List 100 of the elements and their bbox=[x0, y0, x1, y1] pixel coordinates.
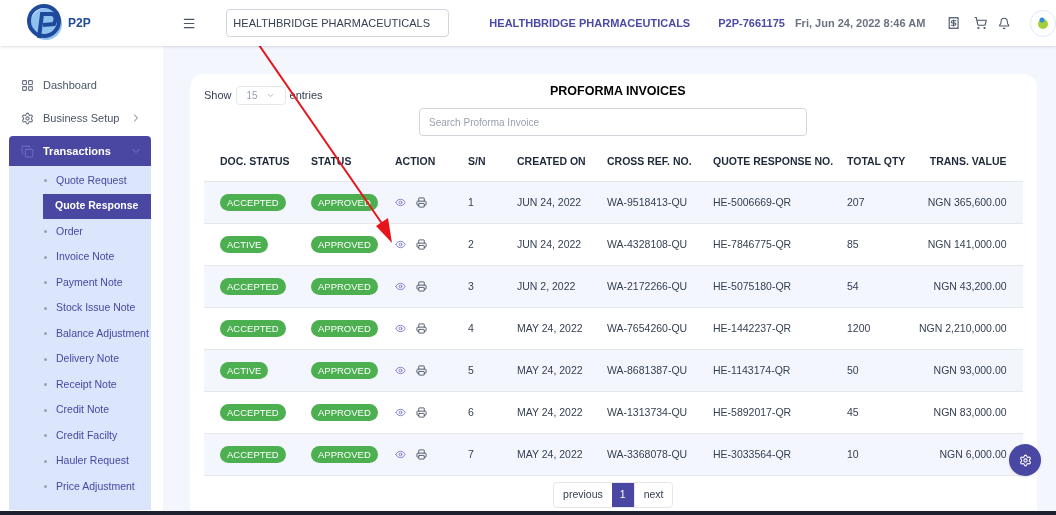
table-cell-text: NGN 83,000.00 bbox=[932, 404, 1007, 420]
submenu-item[interactable]: Balance Adjustment bbox=[9, 321, 151, 347]
table-cell-text: 1200 bbox=[847, 320, 872, 336]
submenu-item[interactable]: Order bbox=[9, 219, 151, 245]
status-badge: APPROVED bbox=[311, 403, 378, 421]
status-badge: APPROVED bbox=[311, 235, 378, 253]
view-icon[interactable] bbox=[395, 365, 406, 376]
table-cell-text: HE-5075180-QR bbox=[713, 278, 793, 294]
column-header: ACTION bbox=[395, 153, 437, 169]
cart-icon[interactable] bbox=[973, 16, 987, 30]
table-cell-text: WA-7654260-QU bbox=[607, 320, 689, 336]
submenu-item[interactable]: Quote Response bbox=[43, 193, 151, 219]
status-badge: APPROVED bbox=[311, 277, 378, 295]
doc-status-badge: ACTIVE bbox=[220, 361, 269, 379]
table-cell-text: NGN 141,000.00 bbox=[926, 236, 1007, 252]
view-icon[interactable] bbox=[395, 281, 406, 292]
table-cell-text: HE-5892017-QR bbox=[713, 404, 793, 420]
table-cell-text: 6 bbox=[468, 404, 475, 420]
submenu-item[interactable]: Price Adjustment bbox=[9, 474, 151, 500]
submenu-item[interactable]: Payment Note bbox=[9, 270, 151, 296]
view-icon[interactable] bbox=[395, 407, 406, 418]
logo-text: P2P bbox=[68, 15, 91, 32]
table-cell-text: MAY 24, 2022 bbox=[517, 446, 584, 462]
document-icon[interactable] bbox=[947, 16, 961, 30]
table-cell-text: HE-1143174-QR bbox=[713, 362, 792, 378]
page-button[interactable]: 1 bbox=[611, 483, 634, 507]
table-cell-text: NGN 43,200.00 bbox=[932, 278, 1007, 294]
table-cell-text: JUN 24, 2022 bbox=[517, 236, 583, 252]
column-header: CROSS REF. NO. bbox=[607, 153, 693, 169]
table-cell-text: JUN 24, 2022 bbox=[517, 194, 583, 210]
page-title: PROFORMA INVOICES bbox=[550, 83, 686, 100]
doc-status-badge: ACCEPTED bbox=[220, 319, 286, 337]
doc-status-badge: ACCEPTED bbox=[220, 277, 286, 295]
submenu-item[interactable]: Receipt Note bbox=[9, 372, 151, 398]
table-cell-text: WA-9518413-QU bbox=[607, 194, 689, 210]
doc-status-badge: ACCEPTED bbox=[220, 445, 286, 463]
table-cell-text: 45 bbox=[847, 404, 860, 420]
view-icon[interactable] bbox=[395, 449, 406, 460]
sidebar-item[interactable]: Transactions bbox=[9, 136, 151, 166]
table-cell-text: 207 bbox=[847, 194, 866, 210]
printer-icon[interactable] bbox=[416, 197, 427, 208]
doc-status-badge: ACCEPTED bbox=[220, 193, 286, 211]
settings-icon bbox=[1018, 453, 1032, 467]
table-cell-text: 54 bbox=[847, 278, 860, 294]
status-badge: APPROVED bbox=[311, 445, 378, 463]
gear-icon bbox=[21, 111, 34, 125]
table-cell-text: HE-1442237-QR bbox=[713, 320, 793, 336]
view-icon[interactable] bbox=[395, 323, 406, 334]
printer-icon[interactable] bbox=[416, 365, 427, 376]
table-cell-text: NGN 2,210,000.00 bbox=[919, 320, 1007, 336]
submenu-item[interactable]: Invoice Note bbox=[9, 244, 151, 270]
column-header: CREATED ON bbox=[517, 153, 587, 169]
printer-icon[interactable] bbox=[416, 323, 427, 334]
table-cell-text: WA-8681387-QU bbox=[607, 362, 689, 378]
table-cell-text: JUN 2, 2022 bbox=[517, 278, 577, 294]
status-badge: APPROVED bbox=[311, 361, 378, 379]
company-name: HEALTHBRIDGE PHARMACEUTICALS bbox=[489, 15, 691, 31]
next-button[interactable]: next bbox=[633, 483, 673, 507]
sidebar-item[interactable]: Business Setup bbox=[9, 103, 151, 133]
table-cell-text: NGN 365,600.00 bbox=[926, 194, 1007, 210]
submenu-item[interactable]: Hauler Request bbox=[9, 448, 151, 474]
printer-icon[interactable] bbox=[416, 281, 427, 292]
table-cell-text: 1 bbox=[468, 194, 475, 210]
table-cell-text: WA-2172266-QU bbox=[607, 278, 689, 294]
submenu-item[interactable]: Stock Issue Note bbox=[9, 295, 151, 321]
submenu-item[interactable]: Delivery Note bbox=[9, 346, 151, 372]
table-cell-text: WA-3368078-QU bbox=[607, 446, 689, 462]
table-cell-text: 50 bbox=[847, 362, 860, 378]
search-field[interactable]: Search Proforma Invoice bbox=[419, 108, 807, 136]
table-cell-text: HE-5006669-QR bbox=[713, 194, 793, 210]
printer-icon[interactable] bbox=[416, 449, 427, 460]
show-label: Show bbox=[204, 88, 232, 104]
table-cell-text: 2 bbox=[468, 236, 475, 252]
table-cell-text: 3 bbox=[468, 278, 475, 294]
view-icon[interactable] bbox=[395, 197, 406, 208]
status-badge: APPROVED bbox=[311, 319, 378, 337]
avatar[interactable] bbox=[1030, 9, 1056, 37]
printer-icon[interactable] bbox=[416, 239, 427, 250]
submenu-item[interactable]: Credit Facilty bbox=[9, 423, 151, 449]
column-header: QUOTE RESPONSE NO. bbox=[713, 153, 835, 169]
column-header: S/N bbox=[468, 153, 487, 169]
table-cell-text: MAY 24, 2022 bbox=[517, 362, 584, 378]
table-cell-text: WA-4328108-QU bbox=[607, 236, 689, 252]
submenu-item[interactable]: Credit Note bbox=[9, 397, 151, 423]
table-cell-text: HE-7846775-QR bbox=[713, 236, 793, 252]
company-select[interactable]: HEALTHBRIDGE PHARMACEUTICALS bbox=[226, 9, 450, 37]
sidebar-item[interactable]: Dashboard bbox=[9, 70, 151, 100]
table-cell-text: NGN 6,000.00 bbox=[938, 446, 1007, 462]
printer-icon[interactable] bbox=[416, 407, 427, 418]
view-icon[interactable] bbox=[395, 239, 406, 250]
column-header: TOTAL QTY bbox=[847, 153, 907, 169]
copy-icon bbox=[21, 144, 34, 158]
previous-button[interactable]: previous bbox=[554, 483, 612, 507]
doc-status-badge: ACTIVE bbox=[220, 235, 269, 253]
table-cell-text: HE-3033564-QR bbox=[713, 446, 793, 462]
bell-icon[interactable] bbox=[997, 16, 1011, 30]
table-cell-text: 5 bbox=[468, 362, 475, 378]
table-cell-text: MAY 24, 2022 bbox=[517, 404, 584, 420]
table-cell-text: 85 bbox=[847, 236, 860, 252]
submenu-item[interactable]: Quote Request bbox=[9, 168, 151, 194]
